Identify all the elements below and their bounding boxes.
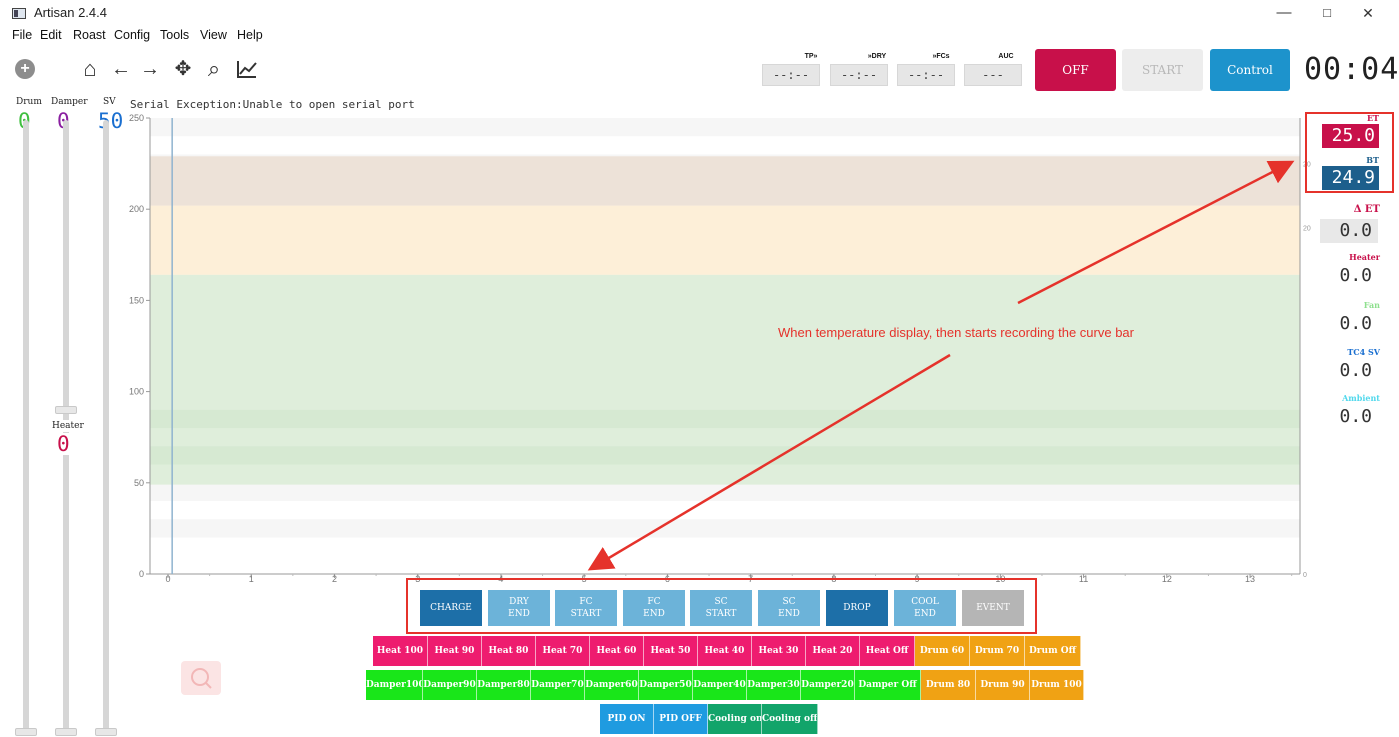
custom-heat-50-button[interactable]: Heat 50 — [644, 636, 698, 666]
fan-label: Fan — [1363, 300, 1380, 310]
et-readout: 25.0 — [1322, 124, 1379, 148]
custom-heat-20-button[interactable]: Heat 20 — [806, 636, 860, 666]
annotation-arrow-up — [1017, 160, 1295, 305]
custom-heat-30-button[interactable]: Heat 30 — [752, 636, 806, 666]
fc-start-label: FC START — [570, 597, 602, 619]
custom-heat-40-button[interactable]: Heat 40 — [698, 636, 752, 666]
fc-end-button[interactable]: FC END — [623, 590, 685, 626]
custom-damper40-button[interactable]: Damper40 — [693, 670, 747, 700]
annotation-text: When temperature display, then starts re… — [778, 325, 1134, 340]
cool-end-label: COOL END — [911, 597, 939, 619]
fc-start-button[interactable]: FC START — [555, 590, 617, 626]
sc-start-button[interactable]: SC START — [690, 590, 752, 626]
custom-drum-70-button[interactable]: Drum 70 — [970, 636, 1025, 666]
sc-start-label: SC START — [705, 597, 737, 619]
dry-end-label: DRY END — [508, 597, 530, 619]
custom-cooling-off-button[interactable]: Cooling off — [762, 704, 818, 734]
custom-damper100-button[interactable]: Damper100 — [366, 670, 423, 700]
custom-heat-80-button[interactable]: Heat 80 — [482, 636, 536, 666]
drop-button[interactable]: DROP — [826, 590, 888, 626]
delta-et-label: Δ ET — [1353, 204, 1380, 215]
custom-heat-70-button[interactable]: Heat 70 — [536, 636, 590, 666]
search-overlay-icon[interactable] — [181, 661, 221, 695]
fan-readout: 0.0 — [1339, 313, 1372, 334]
ambient-label: Ambient — [1342, 393, 1380, 403]
custom-damper50-button[interactable]: Damper50 — [639, 670, 693, 700]
custom-heat-60-button[interactable]: Heat 60 — [590, 636, 644, 666]
custom-damper20-button[interactable]: Damper20 — [801, 670, 855, 700]
heater-readout: 0.0 — [1339, 265, 1372, 286]
sc-end-button[interactable]: SC END — [758, 590, 820, 626]
custom-drum-100-button[interactable]: Drum 100 — [1030, 670, 1084, 700]
charge-label: CHARGE — [430, 603, 472, 613]
custom-drum-off-button[interactable]: Drum Off — [1025, 636, 1081, 666]
custom-damper80-button[interactable]: Damper80 — [477, 670, 531, 700]
heater-readout-label: Heater — [1349, 252, 1380, 262]
custom-pid-on-button[interactable]: PID ON — [600, 704, 654, 734]
charge-button[interactable]: CHARGE — [420, 590, 482, 626]
custom-drum-90-button[interactable]: Drum 90 — [976, 670, 1030, 700]
ambient-readout: 0.0 — [1339, 406, 1372, 427]
custom-pid-off-button[interactable]: PID OFF — [654, 704, 708, 734]
custom-heat-off-button[interactable]: Heat Off — [860, 636, 915, 666]
drop-label: DROP — [843, 603, 871, 613]
tc4-sv-label: TC4 SV — [1347, 347, 1380, 357]
annotation-arrow-down — [587, 353, 951, 571]
custom-damper60-button[interactable]: Damper60 — [585, 670, 639, 700]
bt-label: BT — [1366, 155, 1379, 165]
custom-heat-90-button[interactable]: Heat 90 — [428, 636, 482, 666]
custom-drum-60-button[interactable]: Drum 60 — [915, 636, 970, 666]
et-label: ET — [1366, 113, 1379, 123]
fc-end-label: FC END — [643, 597, 665, 619]
cool-end-button[interactable]: COOL END — [894, 590, 956, 626]
event-button[interactable]: EVENT — [962, 590, 1024, 626]
magnifier-glyph — [191, 668, 212, 689]
dry-end-button[interactable]: DRY END — [488, 590, 550, 626]
event-label: EVENT — [976, 603, 1010, 613]
custom-damper-off-button[interactable]: Damper Off — [855, 670, 921, 700]
delta-et-readout: 0.0 — [1320, 219, 1378, 243]
custom-damper90-button[interactable]: Damper90 — [423, 670, 477, 700]
bt-readout: 24.9 — [1322, 166, 1379, 190]
custom-damper30-button[interactable]: Damper30 — [747, 670, 801, 700]
tc4-sv-readout: 0.0 — [1339, 360, 1372, 381]
custom-cooling-on-button[interactable]: Cooling on — [708, 704, 762, 734]
custom-damper70-button[interactable]: Damper70 — [531, 670, 585, 700]
custom-drum-80-button[interactable]: Drum 80 — [921, 670, 976, 700]
sc-end-label: SC END — [778, 597, 800, 619]
custom-heat-100-button[interactable]: Heat 100 — [373, 636, 428, 666]
